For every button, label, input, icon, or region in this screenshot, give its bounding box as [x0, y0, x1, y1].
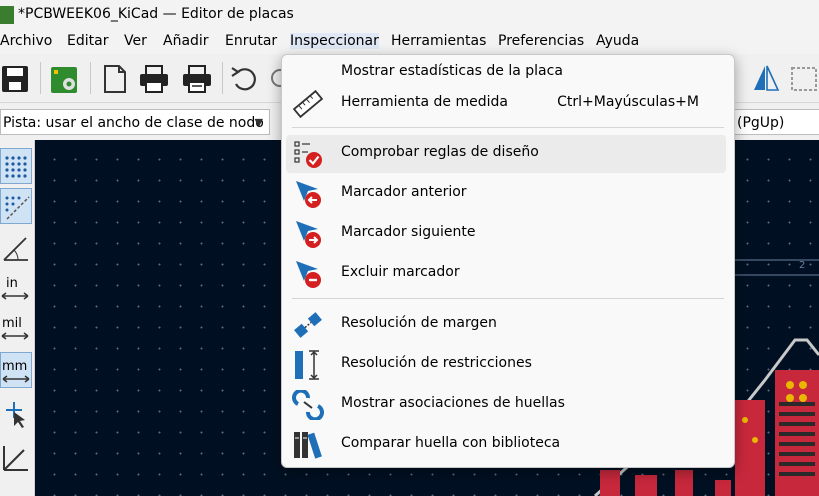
layer-select-value: (PgUp) — [737, 115, 785, 131]
left-toolbar: in mil mm — [0, 140, 35, 496]
track-width-select[interactable]: Pista: usar el ancho de clase de nodo ▼ — [0, 109, 270, 135]
clearance-resolution-icon — [292, 310, 324, 340]
menu-editar[interactable]: Editar — [67, 33, 108, 49]
constraints-resolution-icon — [292, 350, 324, 380]
menu-item-label: Mostrar asociaciones de huellas — [341, 395, 565, 411]
menu-item-next-marker[interactable]: Marcador siguiente — [286, 215, 726, 253]
menu-separator — [292, 127, 724, 128]
menu-anadir[interactable]: Añadir — [163, 33, 209, 49]
grid-dots-icon[interactable] — [0, 148, 32, 184]
kicad-pcb-icon — [0, 6, 14, 24]
menu-item-label: Resolución de restricciones — [341, 355, 532, 371]
next-marker-icon — [292, 219, 324, 249]
menu-item-shortcut: Ctrl+Mayúsculas+M — [557, 94, 699, 110]
menu-archivo[interactable]: Archivo — [0, 33, 52, 49]
cursor-crosshair-icon[interactable] — [0, 396, 32, 432]
menu-bar: Archivo Editar Ver Añadir Enrutar Inspec… — [0, 30, 819, 54]
menu-item-exclude-marker[interactable]: Excluir marcador — [286, 255, 726, 293]
angle-45-icon[interactable] — [0, 440, 32, 476]
board-setup-icon[interactable] — [48, 60, 82, 96]
menu-item-drc[interactable]: Comprobar reglas de diseño — [286, 135, 726, 173]
menu-item-label: Comprobar reglas de diseño — [341, 144, 539, 160]
exclude-marker-icon — [292, 259, 324, 289]
menu-ayuda[interactable]: Ayuda — [596, 33, 639, 49]
chevron-down-icon: ▼ — [254, 116, 263, 129]
menu-item-label: Marcador siguiente — [341, 224, 476, 240]
menu-inspeccionar[interactable]: Inspeccionar — [290, 33, 379, 49]
plot-icon[interactable] — [180, 60, 214, 96]
footprint-associations-icon — [292, 388, 324, 422]
grid-overrides-icon[interactable] — [0, 188, 32, 224]
menu-item-previous-marker[interactable]: Marcador anterior — [286, 175, 726, 213]
compare-footprint-library-icon — [292, 430, 324, 460]
title-bar: *PCBWEEK06_KiCad — Editor de placas — [0, 0, 819, 30]
menu-herramientas[interactable]: Herramientas — [391, 33, 486, 49]
polar-coordinates-icon[interactable] — [0, 230, 32, 266]
print-icon[interactable] — [137, 60, 171, 96]
menu-item-label: Comparar huella con biblioteca — [341, 435, 561, 451]
zoom-selection-icon[interactable] — [787, 60, 819, 96]
menu-item-label: Mostrar estadísticas de la placa — [341, 63, 563, 79]
inches-icon[interactable]: in — [0, 270, 32, 306]
inspect-menu: Mostrar estadísticas de la placa Herrami… — [281, 54, 735, 468]
save-icon[interactable] — [0, 60, 34, 96]
menu-preferencias[interactable]: Preferencias — [498, 33, 584, 49]
track-width-value: Pista: usar el ancho de clase de nodo — [3, 115, 264, 131]
menu-item-footprint-associations[interactable]: Mostrar asociaciones de huellas — [286, 386, 726, 424]
mils-icon[interactable]: mil — [0, 310, 32, 346]
edge-cut-label: 2 — [799, 260, 806, 271]
menu-separator — [292, 298, 724, 299]
menu-item-measure-tool[interactable]: Herramienta de medida Ctrl+Mayúsculas+M — [286, 85, 726, 123]
flip-icon[interactable] — [748, 60, 782, 96]
page-settings-icon[interactable] — [97, 60, 131, 96]
menu-item-label: Herramienta de medida — [341, 94, 508, 110]
board-statistics-icon — [292, 58, 324, 88]
layer-select[interactable]: (PgUp) — [733, 109, 819, 135]
menu-enrutar[interactable]: Enrutar — [225, 33, 277, 49]
millimeters-icon[interactable]: mm — [0, 352, 32, 388]
menu-ver[interactable]: Ver — [124, 33, 147, 49]
previous-marker-icon — [292, 179, 324, 209]
measure-tool-icon — [292, 89, 324, 119]
menu-item-label: Marcador anterior — [341, 184, 467, 200]
menu-item-compare-footprint[interactable]: Comparar huella con biblioteca — [286, 426, 726, 464]
undo-icon[interactable] — [228, 60, 262, 96]
window-title: *PCBWEEK06_KiCad — Editor de placas — [18, 6, 294, 22]
menu-item-constraints-resolution[interactable]: Resolución de restricciones — [286, 346, 726, 384]
menu-item-clearance-resolution[interactable]: Resolución de margen — [286, 306, 726, 344]
drc-check-icon — [292, 139, 324, 169]
menu-item-label: Excluir marcador — [341, 264, 460, 280]
menu-item-label: Resolución de margen — [341, 315, 497, 331]
